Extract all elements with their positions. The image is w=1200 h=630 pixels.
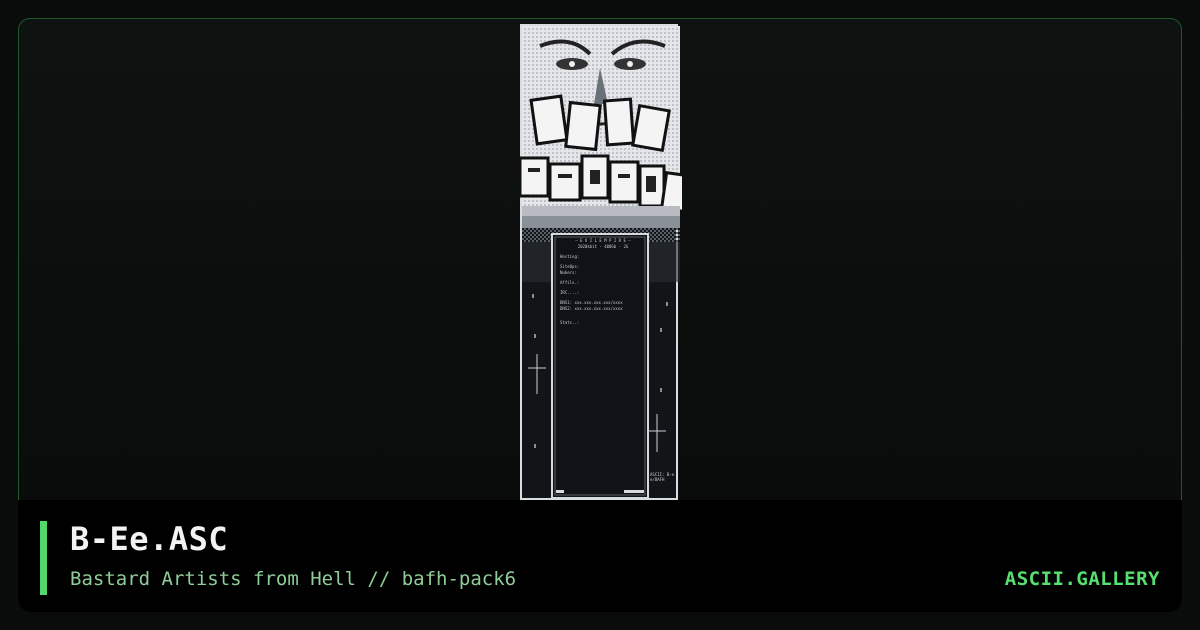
site-brand-link[interactable]: ASCII.GALLERY — [1005, 568, 1160, 590]
art-panel-text: — E V I L E M P I R E — 2020kbit - 400Gb… — [560, 238, 646, 326]
ascii-artwork-image: — E V I L E M P I R E — 2020kbit - 400Gb… — [520, 24, 682, 500]
accent-bar — [40, 521, 47, 595]
artwork-subtitle: Bastard Artists from Hell // bafh-pack6 — [70, 568, 517, 590]
artwork-title: B-Ee.ASC — [70, 520, 229, 558]
art-stats: Stats..: — [560, 320, 580, 325]
footer-bar: B-Ee.ASC Bastard Artists from Hell // ba… — [18, 500, 1182, 612]
art-signature: ASCII: B-ee/BAFH — [650, 472, 675, 482]
